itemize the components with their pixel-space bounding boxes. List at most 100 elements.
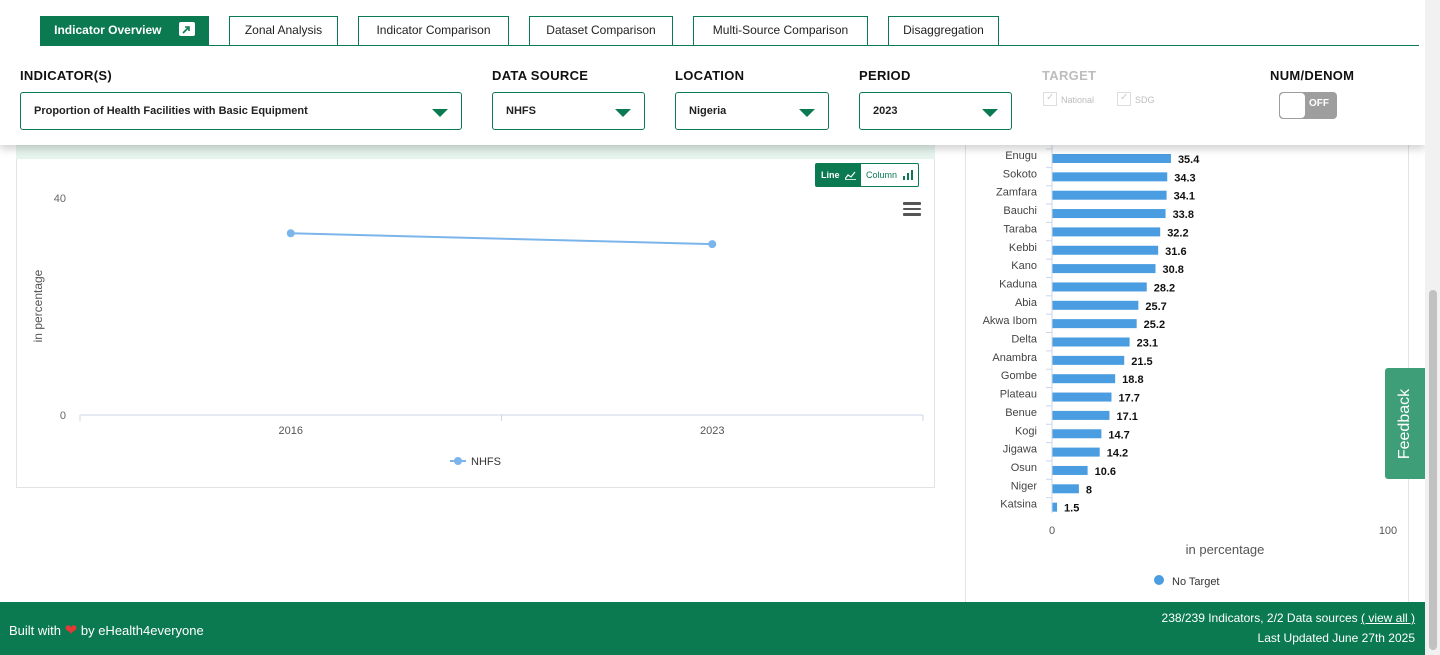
external-link-icon[interactable]: [178, 22, 195, 36]
category-label: Kogi: [1015, 425, 1037, 437]
data-label: 31.6: [1165, 246, 1186, 258]
category-label: Bauchi: [1003, 205, 1037, 217]
bar[interactable]: [1052, 245, 1159, 255]
tab-zonal-analysis[interactable]: Zonal Analysis: [229, 16, 338, 45]
location-select[interactable]: Nigeria: [675, 92, 829, 130]
category-label: Taraba: [1003, 223, 1038, 235]
data-label: 32.2: [1167, 227, 1188, 239]
view-all-link[interactable]: ( view all ): [1361, 611, 1415, 625]
data-label: 10.6: [1095, 466, 1116, 478]
footer: Built with ❤ by eHealth4everyone 238/239…: [0, 602, 1425, 655]
heart-icon: ❤: [64, 622, 78, 639]
category-label: Niger: [1011, 480, 1038, 492]
category-label: Katsina: [1000, 499, 1038, 511]
indicator-label: INDICATOR(S): [20, 68, 112, 83]
category-label: Kano: [1011, 260, 1037, 272]
bar[interactable]: [1052, 429, 1102, 439]
filter-header: Indicator Overview Zonal Analysis Indica…: [0, 0, 1425, 145]
tab-multi-source-comparison[interactable]: Multi-Source Comparison: [693, 16, 868, 45]
category-label: Osun: [1011, 462, 1037, 474]
bar-chart-x-axis-label: in percentage: [1186, 542, 1265, 557]
bar[interactable]: [1052, 227, 1161, 237]
data-label: 17.7: [1118, 393, 1139, 405]
tab-label: Indicator Overview: [54, 23, 162, 37]
toggle-knob: [1280, 93, 1305, 118]
data-label: 23.1: [1137, 338, 1158, 350]
x-tick-label: 2023: [700, 425, 724, 437]
data-label: 25.7: [1145, 301, 1166, 313]
checkbox-icon: [1043, 92, 1057, 106]
bar[interactable]: [1052, 392, 1112, 402]
data-source-value: NHFS: [506, 105, 536, 117]
line-chart-icon: [844, 171, 857, 180]
legend-marker: [1154, 575, 1164, 585]
sdg-target-checkbox[interactable]: SDG: [1117, 92, 1155, 106]
tab-dataset-comparison[interactable]: Dataset Comparison: [529, 16, 673, 45]
indicator-value: Proportion of Health Facilities with Bas…: [34, 105, 308, 117]
data-label: 25.2: [1144, 319, 1165, 331]
stats-text: 238/239 Indicators, 2/2 Data sources: [1161, 611, 1358, 625]
panel-header-strip: [16, 145, 935, 159]
bar[interactable]: [1052, 282, 1147, 292]
indicator-select[interactable]: Proportion of Health Facilities with Bas…: [20, 92, 462, 130]
tab-indicator-overview[interactable]: Indicator Overview: [40, 16, 209, 46]
legend-marker: [454, 457, 462, 465]
legend-label[interactable]: No Target: [1172, 576, 1220, 588]
built-prefix: Built with: [9, 623, 62, 638]
bar[interactable]: [1052, 484, 1079, 494]
x-tick-label: 100: [1379, 525, 1397, 537]
target-label: TARGET: [1042, 68, 1097, 83]
bar[interactable]: [1052, 154, 1171, 163]
data-label: 18.8: [1122, 374, 1143, 386]
bar[interactable]: [1052, 374, 1116, 384]
bar[interactable]: [1052, 502, 1058, 512]
num-denom-toggle[interactable]: OFF: [1279, 92, 1337, 119]
bar[interactable]: [1052, 190, 1167, 200]
location-label: LOCATION: [675, 68, 745, 83]
bar[interactable]: [1052, 337, 1130, 347]
scrollbar-thumb[interactable]: [1429, 290, 1437, 650]
data-label: 8: [1086, 484, 1092, 496]
tab-label: Disaggregation: [903, 23, 984, 37]
location-value: Nigeria: [689, 105, 727, 117]
bar[interactable]: [1052, 355, 1125, 365]
tab-disaggregation[interactable]: Disaggregation: [888, 16, 999, 45]
data-label: 30.8: [1162, 264, 1183, 276]
y-tick-label: 40: [54, 193, 66, 205]
chevron-down-icon: [982, 109, 998, 117]
chevron-down-icon: [615, 109, 631, 117]
bar[interactable]: [1052, 410, 1110, 420]
data-label: 21.5: [1131, 356, 1152, 368]
category-label: Kebbi: [1009, 242, 1037, 254]
category-label: Enugu: [1005, 150, 1037, 162]
national-target-checkbox[interactable]: National: [1043, 92, 1094, 106]
line-view-label: Line: [821, 170, 840, 180]
legend-label[interactable]: NHFS: [471, 456, 501, 468]
period-label: PERIOD: [859, 68, 911, 83]
category-label: Akwa Ibom: [983, 315, 1037, 327]
x-tick-label: 2016: [279, 425, 303, 437]
bar[interactable]: [1052, 300, 1139, 310]
bar[interactable]: [1052, 447, 1100, 457]
chevron-down-icon: [799, 109, 815, 117]
bar[interactable]: [1052, 209, 1166, 219]
data-source-select[interactable]: NHFS: [492, 92, 645, 130]
data-point[interactable]: [286, 229, 295, 238]
feedback-button[interactable]: Feedback: [1385, 368, 1425, 479]
bar[interactable]: [1052, 264, 1156, 274]
tab-indicator-comparison[interactable]: Indicator Comparison: [358, 16, 509, 45]
data-label: 1.5: [1064, 503, 1079, 515]
period-value: 2023: [873, 105, 898, 117]
data-point[interactable]: [708, 240, 717, 249]
chevron-down-icon: [432, 109, 448, 117]
national-label: National: [1061, 95, 1095, 105]
line-chart-y-axis-label: in percentage: [31, 269, 45, 342]
period-select[interactable]: 2023: [859, 92, 1012, 130]
bar[interactable]: [1052, 319, 1137, 329]
bar[interactable]: [1052, 465, 1088, 475]
bar[interactable]: [1052, 172, 1168, 182]
category-label: Sokoto: [1003, 168, 1037, 180]
category-label: Kaduna: [999, 278, 1038, 290]
line-chart: in percentage 0 40 2016 2023 NHFS: [31, 193, 924, 468]
category-label: Abia: [1015, 297, 1038, 309]
